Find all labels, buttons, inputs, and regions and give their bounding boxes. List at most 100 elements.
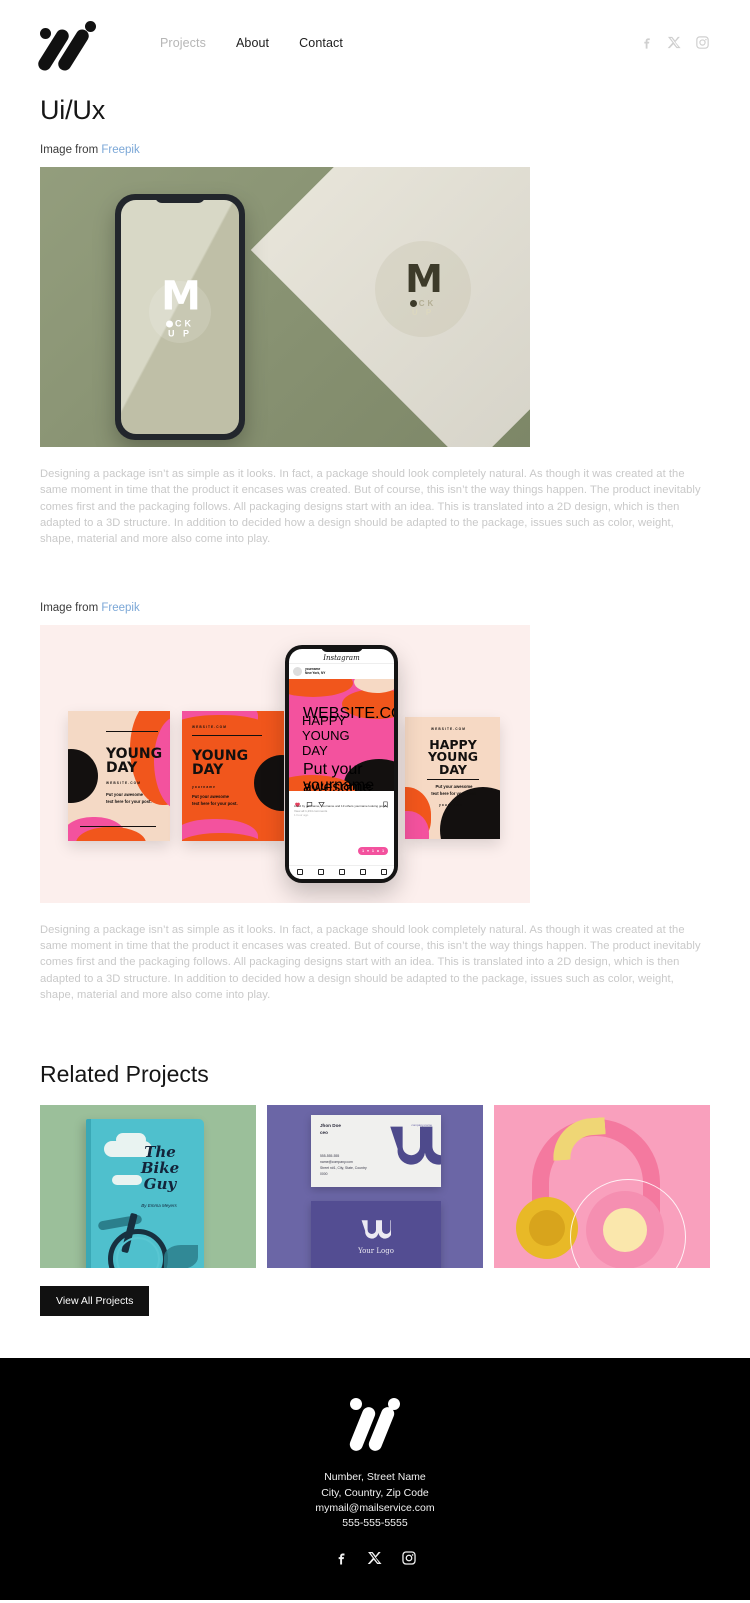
related-projects-grid: The Bike Guy By Emma Meyers Jhon Doe ceo co… [40, 1105, 710, 1269]
body-paragraph-1: Designing a package isn’t as simple as i… [40, 468, 701, 546]
footer-social-links [333, 1550, 417, 1566]
post-card-tag: yourname [192, 784, 217, 789]
body-paragraph-2: Designing a package isn’t as simple as i… [40, 923, 701, 1002]
post-card-title: YOUNG DAY [106, 745, 163, 776]
image-credit-1: Image from Freepik [40, 144, 710, 156]
brand-logo[interactable] [35, 20, 102, 73]
avatar [293, 666, 302, 676]
mock-letter-m: M [405, 257, 443, 301]
main-nav: Projects About Contact [160, 36, 343, 50]
card-name: Jhon Doe ceo [320, 1123, 341, 1136]
instagram-icon[interactable] [401, 1550, 417, 1566]
mock-logo: M CK U P [135, 273, 225, 339]
logo-dot-right [388, 1398, 400, 1411]
brand-logo-footer[interactable] [344, 1398, 406, 1454]
page-root: Projects About Contact Ui/Ux Image from … [0, 0, 750, 1601]
business-card-back: Your Logo [311, 1201, 441, 1269]
instagram-reaction-pill: 1 ♥ 1 ♣ 1 [358, 846, 388, 855]
credit-link-freepik[interactable]: Freepik [101, 602, 139, 614]
post-tag: yourname [303, 776, 375, 791]
phone-device: M CK U P [115, 194, 245, 440]
facebook-icon[interactable] [333, 1550, 349, 1566]
phone-mockup-image: M CK U P M CK U P [40, 167, 530, 447]
card-tag: company-name [411, 1123, 432, 1128]
profile-icon[interactable] [380, 869, 387, 876]
home-icon[interactable] [296, 869, 303, 876]
related-projects-title: Related Projects [40, 1061, 209, 1088]
post-card-body: Put your awesome text here for your post. [192, 793, 238, 806]
address-line-2: City, Country, Zip Code [321, 1486, 429, 1499]
project-thumb-book[interactable]: The Bike Guy By Emma Meyers [40, 1105, 256, 1269]
card-contact: 555-555-555 name@company.com Street n#1, C… [320, 1154, 367, 1176]
book-spine [86, 1119, 91, 1269]
post-card-tag: yourname [439, 802, 464, 807]
heart-icon[interactable] [294, 795, 301, 807]
phone-notch [320, 644, 363, 652]
footer-phone[interactable]: 555-555-5555 [315, 1516, 434, 1531]
instagram-tabbar [289, 864, 394, 879]
headphone-band-accent [550, 1117, 608, 1162]
post-card-website: WEBSITE.COM [431, 726, 466, 731]
mock-letter-m: M [161, 273, 201, 320]
phone-notch [155, 194, 205, 203]
post-card-title: YOUNG DAY [192, 747, 249, 778]
book-cover: The Bike Guy By Emma Meyers [86, 1119, 204, 1269]
instagram-icon[interactable] [695, 35, 710, 50]
post-card-title: HAPPY YOUNG DAY [427, 736, 479, 778]
shop-icon[interactable] [359, 869, 366, 876]
address-line-1: Number, Street Name [324, 1471, 426, 1484]
nav-item-projects[interactable]: Projects [160, 36, 206, 50]
instagram-phone-device: Instagram yourname New York, NY WEBSITE.… [285, 644, 398, 883]
x-twitter-icon[interactable] [667, 35, 682, 50]
reels-icon[interactable] [338, 869, 345, 876]
credit-link-freepik[interactable]: Freepik [101, 144, 139, 156]
phone-screen: Instagram yourname New York, NY WEBSITE.… [289, 648, 394, 879]
nav-item-about[interactable]: About [236, 36, 269, 50]
instagram-actions [289, 791, 394, 808]
comment-icon[interactable] [306, 795, 313, 808]
search-icon[interactable] [317, 869, 324, 876]
post-card-2: WEBSITE.COM YOUNG DAY yourname Put your a… [182, 710, 284, 841]
credit-prefix: Image from [40, 144, 99, 156]
bookmark-icon[interactable] [382, 795, 389, 808]
headphone-earcup-left [516, 1197, 578, 1260]
post-card-3: WEBSITE.COM HAPPY YOUNG DAY Put your awes… [405, 716, 500, 839]
nav-item-contact[interactable]: Contact [299, 36, 343, 50]
business-card-front: Jhon Doe ceo company-name 555-555-555 name… [311, 1115, 441, 1188]
page-title: Ui/Ux [40, 95, 105, 125]
footer-address: Number, Street Name City, Country, Zip C… [315, 1470, 434, 1531]
diamond-mockup-logo: M CK U P [375, 241, 471, 337]
post-card-body: Put your awesome text here for your post. [431, 783, 477, 796]
leaf-decoration [164, 1245, 198, 1269]
header-social-links [639, 35, 710, 50]
social-media-mockup-image: YOUNG DAY WEBSITE.COM Put your awesome tex… [40, 624, 530, 903]
project-thumb-branding[interactable]: Jhon Doe ceo company-name 555-555-555 name… [267, 1105, 483, 1269]
mock-line-up: U P [411, 308, 435, 318]
facebook-icon[interactable] [639, 35, 654, 50]
card-logo-label: Your Logo [358, 1247, 394, 1256]
image-credit-2: Image from Freepik [40, 602, 710, 614]
instagram-wordmark: Instagram [323, 653, 360, 662]
w-logo-icon [361, 1219, 392, 1243]
mock-line-up: U P [167, 328, 192, 339]
credit-prefix: Image from [40, 601, 99, 614]
logo-dot-left [350, 1398, 362, 1411]
project-thumb-headphones[interactable] [494, 1105, 710, 1269]
x-twitter-icon[interactable] [367, 1550, 383, 1566]
book-title: The Bike Guy [140, 1143, 180, 1194]
post-card-1: YOUNG DAY WEBSITE.COM Put your awesome tex… [68, 710, 170, 841]
post-card-website: WEBSITE.COM [106, 780, 141, 785]
footer-email[interactable]: mymail@mailservice.com [315, 1501, 434, 1516]
view-all-projects-button[interactable]: View All Projects [40, 1286, 150, 1317]
share-icon[interactable] [318, 795, 325, 807]
logo-dot-left [40, 27, 51, 39]
book-author: By Emma Meyers [141, 1203, 177, 1209]
post-title: HAPPY YOUNG DAY [302, 712, 350, 758]
logo-dot-right [85, 20, 96, 32]
site-header: Projects About Contact [0, 0, 750, 85]
w-logo-icon [389, 1121, 441, 1177]
instagram-timestamp: 1 hour ago [294, 813, 309, 818]
post-username: yourname New York, NY [305, 666, 326, 676]
main-content: Ui/Ux Image from Freepik M CK U P M CK U… [0, 95, 750, 1317]
site-footer: Number, Street Name City, Country, Zip C… [0, 1358, 750, 1601]
